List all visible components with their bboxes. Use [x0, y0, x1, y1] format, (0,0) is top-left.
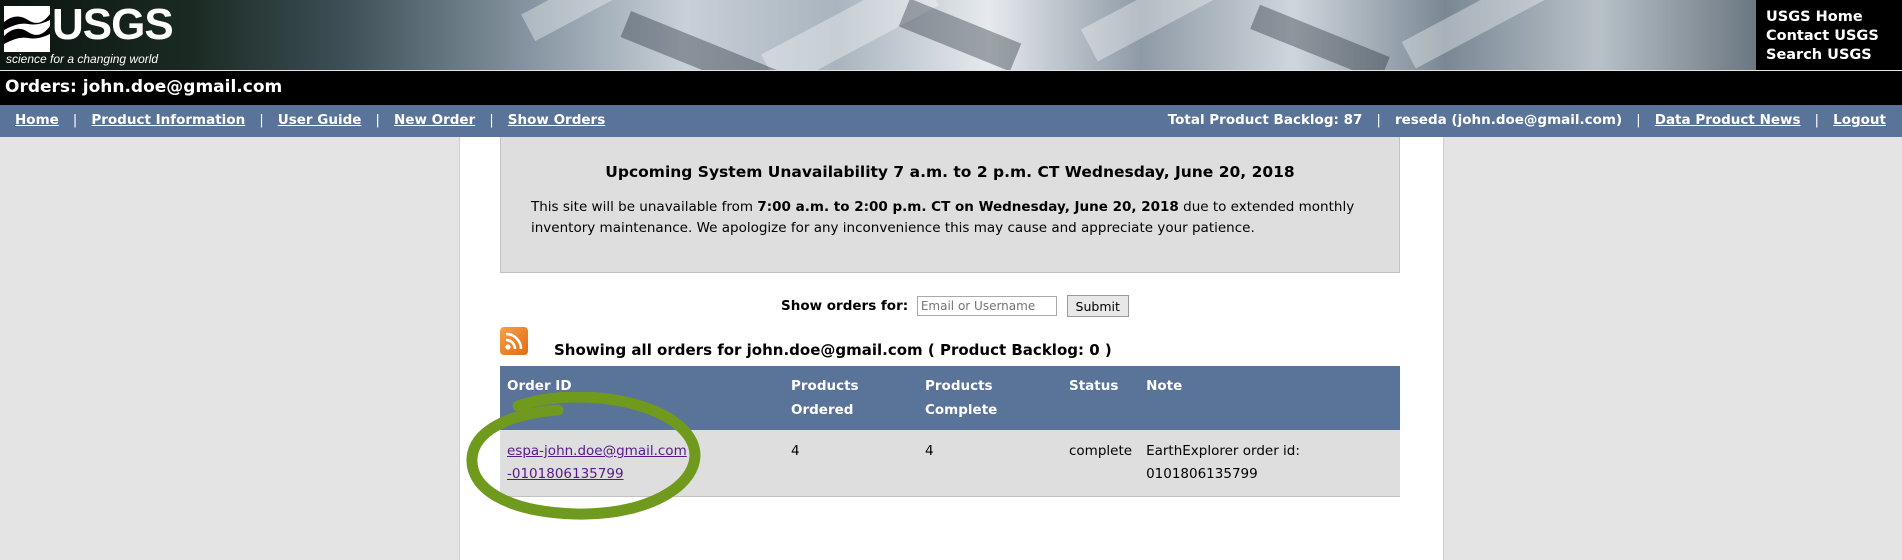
filter-label: Show orders for: — [781, 298, 909, 314]
column-header-status: Status — [1062, 366, 1140, 430]
status-cell: complete — [1062, 430, 1140, 497]
products-complete-cell: 4 — [918, 430, 1062, 497]
nav-user-guide[interactable]: User Guide — [278, 112, 362, 128]
note-cell: EarthExplorer order id: 0101806135799 — [1139, 430, 1400, 497]
orders-summary-heading: Showing all orders for john.doe@gmail.co… — [554, 341, 1112, 359]
note-text: EarthExplorer order id: 0101806135799 — [1146, 443, 1300, 482]
total-backlog: Total Product Backlog: 87 — [1167, 112, 1363, 128]
column-header-note: Note — [1139, 366, 1400, 430]
orders-table: Order ID Products Ordered Products Compl… — [500, 366, 1400, 497]
search-usgs-link[interactable]: Search USGS — [1766, 46, 1902, 65]
column-header-products-complete: Products Complete — [918, 366, 1062, 430]
nav-data-product-news[interactable]: Data Product News — [1655, 112, 1801, 128]
nav-separator: | — [72, 112, 78, 128]
nav-new-order[interactable]: New Order — [394, 112, 475, 128]
column-header-order-id: Order ID — [500, 366, 784, 430]
nav-separator: | — [259, 112, 264, 128]
page-title: Orders: john.doe@gmail.com — [5, 77, 283, 97]
notice-body-text: This site will be unavailable from — [531, 199, 758, 215]
current-user: reseda (john.doe@gmail.com) — [1394, 112, 1623, 128]
usgs-logo[interactable]: USGS science for a changing world — [4, 0, 184, 66]
nav-separator: | — [375, 112, 380, 128]
column-header-products-ordered: Products Ordered — [784, 366, 918, 430]
submit-button[interactable]: Submit — [1066, 295, 1129, 317]
nav-logout[interactable]: Logout — [1833, 112, 1886, 128]
email-or-username-input[interactable] — [916, 296, 1057, 316]
maintenance-notice: Upcoming System Unavailability 7 a.m. to… — [500, 137, 1400, 273]
top-links: USGS Home Contact USGS Search USGS — [1756, 0, 1902, 70]
main-content: Upcoming System Unavailability 7 a.m. to… — [459, 137, 1444, 560]
title-bar: Orders: john.doe@gmail.com — [0, 71, 1902, 105]
nav-separator: | — [1814, 112, 1820, 128]
usgs-wordmark: USGS — [52, 0, 174, 49]
table-header-row: Order ID Products Ordered Products Compl… — [500, 366, 1400, 430]
nav-separator: | — [1636, 112, 1641, 128]
notice-body: This site will be unavailable from 7:00 … — [531, 197, 1371, 239]
rss-feed-icon[interactable] — [500, 327, 528, 355]
order-id-cell: espa-john.doe@gmail.com-0101806135799 — [500, 430, 784, 497]
table-row: espa-john.doe@gmail.com-0101806135799 4 … — [500, 430, 1400, 497]
main-nav: Home | Product Information | User Guide | New … — [0, 105, 1902, 137]
contact-usgs-link[interactable]: Contact USGS — [1766, 27, 1902, 46]
nav-home[interactable]: Home — [15, 112, 59, 128]
products-ordered-cell: 4 — [784, 430, 918, 497]
header-banner: USGS science for a changing world USGS H… — [0, 0, 1902, 70]
usgs-tagline: science for a changing world — [6, 52, 159, 66]
order-filter: Show orders for: Submit — [781, 295, 1129, 317]
nav-product-information[interactable]: Product Information — [91, 112, 245, 128]
nav-separator: | — [1376, 112, 1381, 128]
notice-body-highlight: 7:00 a.m. to 2:00 p.m. CT on Wednesday, … — [757, 199, 1179, 215]
order-id-link[interactable]: espa-john.doe@gmail.com-0101806135799 — [507, 440, 687, 486]
nav-show-orders[interactable]: Show Orders — [508, 112, 605, 128]
rss-icon — [505, 332, 523, 350]
nav-separator: | — [489, 112, 494, 128]
usgs-home-link[interactable]: USGS Home — [1766, 8, 1902, 27]
usgs-logo-icon — [4, 6, 50, 52]
notice-title: Upcoming System Unavailability 7 a.m. to… — [605, 163, 1295, 181]
